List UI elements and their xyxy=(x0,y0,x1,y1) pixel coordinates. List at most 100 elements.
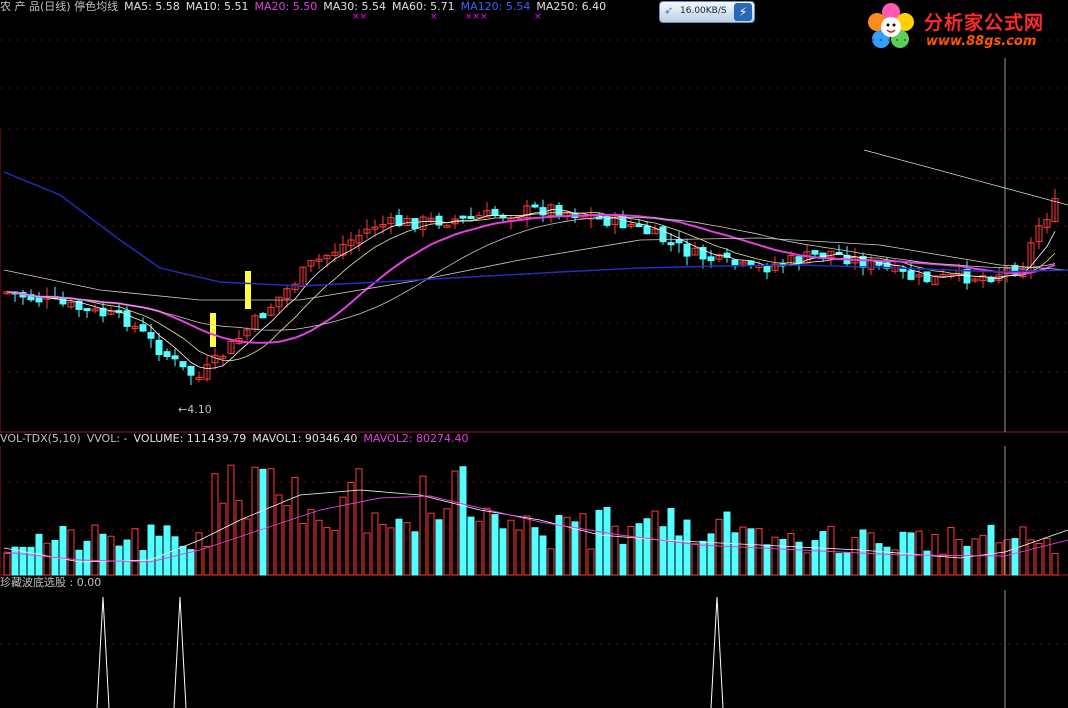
candle xyxy=(643,225,651,235)
candle xyxy=(795,256,803,264)
candle xyxy=(139,324,147,332)
low-price-label: ←4.10 xyxy=(178,403,212,416)
volume-bar xyxy=(403,522,411,576)
volume-bar xyxy=(435,519,443,576)
ma120-line xyxy=(3,171,1068,287)
volume-bar xyxy=(459,466,467,576)
volume-bar xyxy=(523,515,531,576)
volume-bar xyxy=(451,470,459,576)
signal-spike xyxy=(710,596,724,708)
volume-bar xyxy=(691,543,699,576)
ma10-line xyxy=(6,212,1056,362)
volume-bar xyxy=(467,516,475,576)
candle xyxy=(123,310,131,327)
volume-bar xyxy=(243,518,251,576)
volume-bar xyxy=(787,533,795,576)
candle xyxy=(907,270,915,280)
volume-bar xyxy=(203,546,211,576)
volume-bar xyxy=(651,510,659,576)
volume-bar xyxy=(995,542,1003,576)
volume-bar xyxy=(83,540,91,576)
volume-bar xyxy=(531,527,539,576)
volume-bar xyxy=(971,538,979,576)
volume-bar xyxy=(739,526,747,576)
volume-bar xyxy=(515,529,523,576)
candle xyxy=(83,308,91,312)
candle xyxy=(531,204,539,208)
volume-bar xyxy=(1027,539,1035,576)
volume-bar xyxy=(187,549,195,576)
volume-bar xyxy=(579,513,587,576)
volume-bar xyxy=(3,553,11,576)
volume-bar xyxy=(915,530,923,576)
volume-bar xyxy=(419,475,427,576)
volume-bar xyxy=(803,552,811,576)
volume-legend-item: VVOL: - xyxy=(86,432,128,445)
volume-bar xyxy=(851,536,859,576)
volume-bar xyxy=(811,540,819,576)
stock-chart[interactable] xyxy=(0,0,1068,708)
volume-bar xyxy=(539,535,547,576)
volume-bar xyxy=(771,536,779,576)
volume-bar xyxy=(267,468,275,576)
volume-bar xyxy=(779,538,787,576)
volume-bar xyxy=(75,549,83,576)
volume-bar xyxy=(323,527,331,576)
volume-bar xyxy=(715,518,723,576)
volume-legend-item: VOLUME: 111439.79 xyxy=(133,432,247,445)
volume-bar xyxy=(283,505,291,576)
volume-bar xyxy=(547,548,555,576)
volume-bar xyxy=(491,514,499,576)
volume-bar xyxy=(595,509,603,576)
volume-legend-item: MAVOL1: 90346.40 xyxy=(252,432,358,445)
volume-bar xyxy=(163,525,171,576)
candle xyxy=(635,224,643,228)
volume-legend-item: MAVOL2: 80274.40 xyxy=(363,432,469,445)
volume-bar xyxy=(627,526,635,576)
candle xyxy=(707,256,715,262)
candle xyxy=(499,214,507,218)
ma5-line xyxy=(6,209,1056,370)
volume-legend: VOL-TDX(5,10) VVOL: - VOLUME: 111439.79 MAV… xyxy=(0,432,475,446)
volume-bar xyxy=(315,519,323,576)
volume-bar xyxy=(699,540,707,576)
candle xyxy=(675,239,683,244)
candle xyxy=(163,351,171,357)
volume-bar xyxy=(339,496,347,576)
volume-bar xyxy=(939,553,947,576)
volume-bar xyxy=(219,502,227,576)
volume-bar xyxy=(843,552,851,576)
volume-bar xyxy=(827,525,835,576)
volume-bar xyxy=(603,506,611,576)
volume-bar xyxy=(123,539,131,576)
candle xyxy=(763,266,771,273)
indicator-label: 珍藏波底选股 : 0.00 xyxy=(0,576,102,589)
volume-bar xyxy=(211,473,219,576)
candle xyxy=(811,250,819,255)
candle xyxy=(923,271,931,283)
low-price-value: 4.10 xyxy=(187,403,212,416)
volume-bar xyxy=(99,533,107,576)
candle xyxy=(491,208,499,217)
candle xyxy=(147,332,155,339)
volume-bar xyxy=(27,546,35,576)
volume-bar xyxy=(131,528,139,576)
volume-bar xyxy=(763,544,771,576)
volume-bar xyxy=(179,545,187,576)
candle xyxy=(683,243,691,257)
volume-bar xyxy=(683,519,691,576)
volume-bar xyxy=(387,527,395,576)
volume-bar xyxy=(251,466,259,576)
candle xyxy=(259,313,267,319)
volume-bar xyxy=(411,531,419,576)
volume-bar xyxy=(987,524,995,576)
volume-bar xyxy=(747,528,755,576)
candle xyxy=(155,339,163,356)
candle xyxy=(459,215,467,219)
volume-bar xyxy=(875,543,883,576)
volume-bar xyxy=(379,524,387,576)
volume-bar xyxy=(859,529,867,576)
volume-bar xyxy=(11,546,19,576)
candle xyxy=(555,205,563,217)
volume-bar xyxy=(819,531,827,576)
